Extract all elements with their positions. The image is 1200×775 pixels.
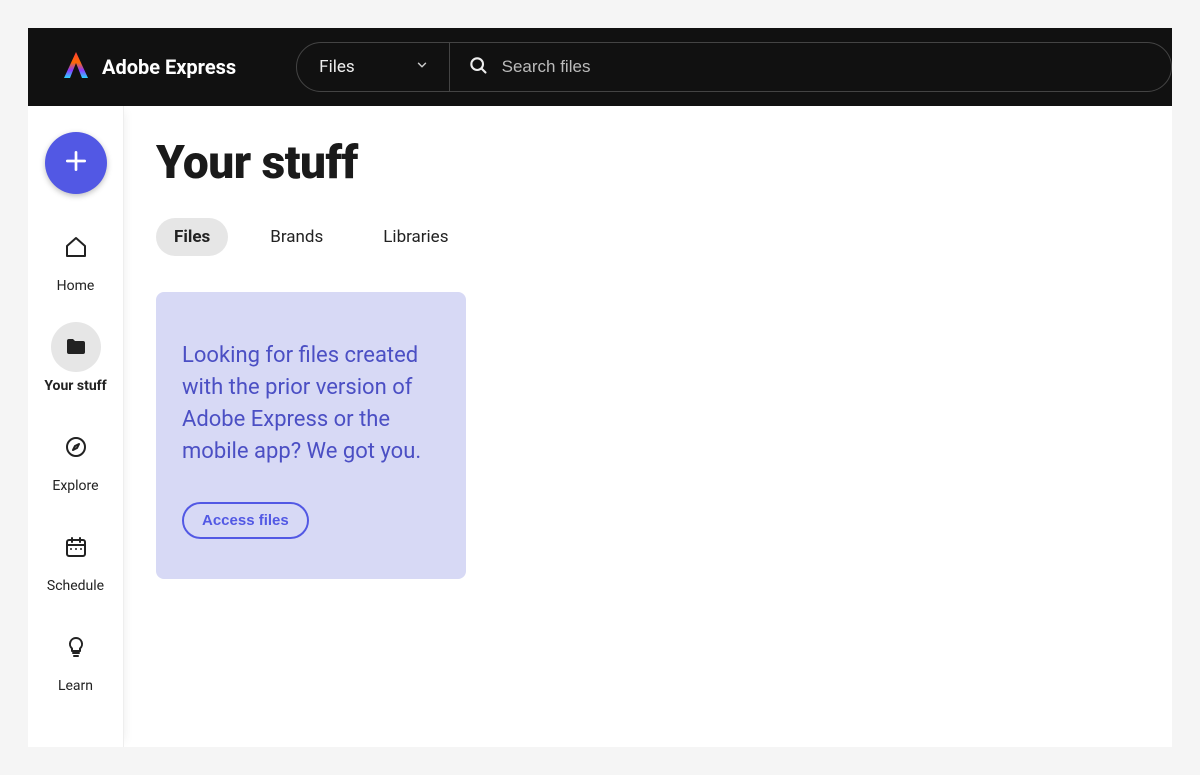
tab-brands[interactable]: Brands (252, 218, 341, 256)
search-field (450, 55, 1171, 79)
tab-files[interactable]: Files (156, 218, 228, 256)
sidebar-item-your-stuff[interactable]: Your stuff (28, 322, 123, 394)
sidebar-item-home[interactable]: Home (28, 222, 123, 294)
home-icon (51, 222, 101, 272)
folder-icon (51, 322, 101, 372)
access-files-button[interactable]: Access files (182, 502, 309, 539)
plus-icon (63, 148, 89, 178)
search-bar: Files (296, 42, 1172, 92)
adobe-express-logo-icon (62, 50, 90, 84)
sidebar-item-label: Your stuff (44, 378, 106, 394)
header-bar: Adobe Express Files (28, 28, 1172, 106)
compass-icon (51, 422, 101, 472)
calendar-icon (51, 522, 101, 572)
sidebar-item-label: Learn (58, 678, 93, 694)
page-title: Your stuff (156, 136, 1148, 190)
legacy-files-card: Looking for files created with the prior… (156, 292, 466, 579)
tab-libraries[interactable]: Libraries (365, 218, 466, 256)
search-input[interactable] (502, 57, 1171, 77)
brand[interactable]: Adobe Express (62, 50, 236, 84)
brand-name: Adobe Express (102, 55, 236, 79)
body: Home Your stuff Explore Schedule (28, 106, 1172, 747)
search-scope-dropdown[interactable]: Files (297, 43, 449, 91)
sidebar-item-label: Home (57, 278, 95, 294)
sidebar-item-learn[interactable]: Learn (28, 622, 123, 694)
chevron-down-icon (415, 58, 429, 76)
sidebar-item-explore[interactable]: Explore (28, 422, 123, 494)
lightbulb-icon (51, 622, 101, 672)
sidebar-item-label: Schedule (47, 578, 104, 594)
sidebar: Home Your stuff Explore Schedule (28, 106, 124, 747)
main-content: Your stuff Files Brands Libraries Lookin… (132, 106, 1172, 747)
search-scope-label: Files (319, 57, 354, 77)
create-new-button[interactable] (45, 132, 107, 194)
content-tabs: Files Brands Libraries (156, 218, 1148, 256)
app-window: Adobe Express Files (28, 28, 1172, 747)
sidebar-item-label: Explore (52, 478, 98, 494)
search-icon (468, 55, 488, 79)
legacy-files-text: Looking for files created with the prior… (182, 340, 440, 468)
sidebar-item-schedule[interactable]: Schedule (28, 522, 123, 594)
